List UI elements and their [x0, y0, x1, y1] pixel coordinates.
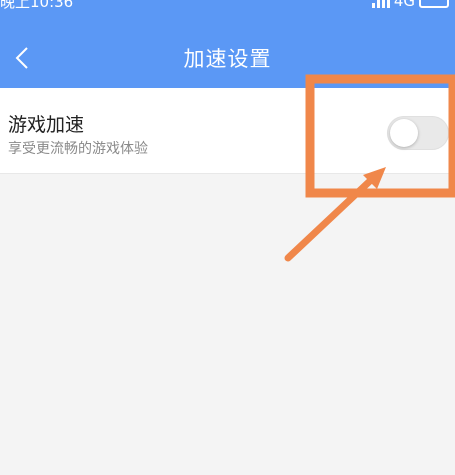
- toggle-knob: [390, 119, 418, 147]
- signal-bars-icon: [371, 0, 390, 8]
- page-title: 加速设置: [183, 47, 272, 71]
- network-type: 4G: [393, 0, 415, 10]
- game-boost-toggle[interactable]: [387, 116, 449, 150]
- battery-icon: [419, 0, 449, 8]
- setting-subtitle: 享受更流畅的游戏体验: [8, 141, 148, 157]
- status-bar: 晚上10:36 4G: [0, 0, 455, 28]
- app-header: 加速设置: [0, 28, 455, 88]
- arrow-shaft: [284, 176, 375, 262]
- setting-title: 游戏加速: [8, 114, 85, 136]
- status-time: 晚上10:36: [0, 0, 74, 11]
- status-icons: 4G: [371, 0, 449, 10]
